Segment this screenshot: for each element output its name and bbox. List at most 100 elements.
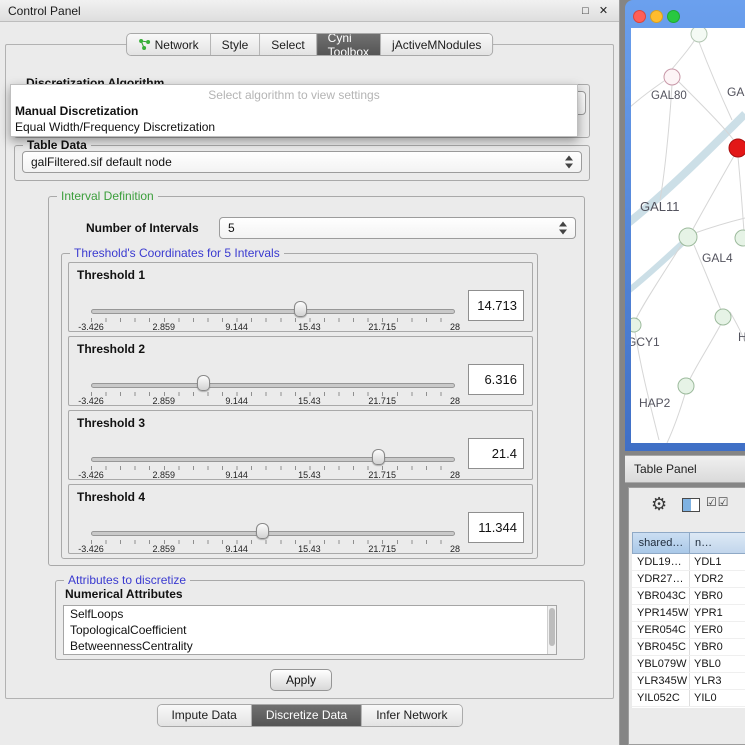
- list-item-topologicalcoefficient[interactable]: TopologicalCoefficient: [64, 622, 556, 638]
- list-scrollbar[interactable]: [547, 606, 556, 654]
- tab-label: Network: [155, 38, 199, 52]
- settings-gear-icon[interactable]: ⚙: [651, 493, 667, 515]
- threshold-2-slider-thumb[interactable]: [197, 375, 210, 391]
- threshold-2-slider[interactable]: [91, 383, 455, 388]
- threshold-1-scale: -3.426 2.859 9.144 15.43 21.715 28: [91, 322, 455, 332]
- close-window-icon[interactable]: ✕: [596, 3, 611, 19]
- network-node[interactable]: [691, 28, 707, 42]
- network-node-gal80[interactable]: [664, 69, 680, 85]
- threshold-3-panel: Threshold 3 -3.426 2.859 9.144 15.43 21.…: [68, 410, 533, 480]
- table-row[interactable]: YPR145WYPR1: [632, 605, 745, 622]
- table-row[interactable]: YLR345WYLR3: [632, 673, 745, 690]
- scale-label: 9.144: [225, 544, 248, 554]
- close-traffic-icon[interactable]: [633, 10, 646, 23]
- scale-label: -3.426: [78, 396, 104, 406]
- threshold-4-panel: Threshold 4 -3.426 2.859 9.144 15.43 21.…: [68, 484, 533, 554]
- threshold-1-slider-thumb[interactable]: [294, 301, 307, 317]
- algorithm-dropdown-popup: Select algorithm to view settings Manual…: [10, 84, 578, 137]
- tab-network[interactable]: Network: [127, 34, 211, 55]
- cell-shared-name: YIL052C: [632, 690, 690, 706]
- network-node-gcy1[interactable]: [631, 318, 641, 332]
- minimize-traffic-icon[interactable]: [650, 10, 663, 23]
- table-row[interactable]: YDL19…YDL1: [632, 554, 745, 571]
- tab-infer-network[interactable]: Infer Network: [362, 705, 461, 726]
- scale-label: 9.144: [225, 322, 248, 332]
- table-row[interactable]: YBL079WYBL0: [632, 656, 745, 673]
- network-node-selected[interactable]: [729, 139, 745, 157]
- threshold-3-slider[interactable]: [91, 457, 455, 462]
- attributes-group: Attributes to discretize Numerical Attri…: [55, 580, 585, 660]
- numerical-attributes-label: Numerical Attributes: [65, 587, 183, 601]
- network-node[interactable]: [715, 309, 731, 325]
- scrollbar-thumb[interactable]: [549, 608, 555, 646]
- cell-name: YBL0: [690, 656, 745, 672]
- node-label-gal4: GAL4: [702, 251, 733, 265]
- table-body: YDL19…YDL1 YDR27…YDR2 YBR043CYBR0 YPR145…: [632, 554, 745, 708]
- threshold-1-panel: Threshold 1 -3.426 2.859 9.144 15.43 21.…: [68, 262, 533, 332]
- table-panel-header[interactable]: Table Panel: [625, 455, 745, 483]
- tab-select[interactable]: Select: [260, 34, 316, 55]
- apply-button[interactable]: Apply: [270, 669, 332, 691]
- node-label-hap2: HAP2: [639, 396, 671, 410]
- number-of-intervals-combobox[interactable]: 5: [219, 217, 576, 239]
- table-data-group-title: Table Data: [23, 138, 91, 152]
- scale-label: 21.715: [368, 396, 396, 406]
- threshold-1-value-field[interactable]: 14.713: [468, 290, 524, 321]
- dropdown-option-manual-discretization[interactable]: Manual Discretization: [11, 103, 577, 119]
- dropdown-option-equal-width-frequency[interactable]: Equal Width/Frequency Discretization: [11, 119, 577, 135]
- cell-shared-name: YDL19…: [632, 554, 690, 570]
- table-row[interactable]: YBR043CYBR0: [632, 588, 745, 605]
- network-view-window: GAL80 GA GAL11 GAL4 GCY1 H HAP2: [625, 0, 745, 451]
- control-panel-tabs: Network Style Select Cyni Toolbox jActiv…: [126, 33, 494, 56]
- network-graph: GAL80 GA GAL11 GAL4 GCY1 H HAP2: [631, 28, 745, 443]
- network-node[interactable]: [735, 230, 745, 246]
- column-header-name[interactable]: n…: [690, 532, 745, 554]
- scale-label: 21.715: [368, 470, 396, 480]
- tab-style[interactable]: Style: [211, 34, 261, 55]
- threshold-4-slider[interactable]: [91, 531, 455, 536]
- interval-definition-title: Interval Definition: [57, 189, 158, 203]
- network-node-hap2[interactable]: [678, 378, 694, 394]
- threshold-3-slider-thumb[interactable]: [372, 449, 385, 465]
- cell-name: YDL1: [690, 554, 745, 570]
- list-item-selfloops[interactable]: SelfLoops: [64, 606, 556, 622]
- threshold-4-slider-thumb[interactable]: [256, 523, 269, 539]
- window-title: Control Panel: [8, 0, 81, 22]
- zoom-traffic-icon[interactable]: [667, 10, 680, 23]
- threshold-2-value-field[interactable]: 6.316: [468, 364, 524, 395]
- table-panel-title: Table Panel: [634, 456, 697, 482]
- threshold-3-scale: -3.426 2.859 9.144 15.43 21.715 28: [91, 470, 455, 480]
- select-columns-icons[interactable]: ☑☑: [706, 495, 730, 509]
- scale-label: 15.43: [298, 470, 321, 480]
- table-row[interactable]: YIL052CYIL0: [632, 690, 745, 707]
- scale-label: 9.144: [225, 470, 248, 480]
- threshold-4-label: Threshold 4: [77, 490, 145, 504]
- tab-jactivemnodules[interactable]: jActiveMNodules: [381, 34, 492, 55]
- float-window-icon[interactable]: □: [578, 3, 593, 19]
- show-columns-icon[interactable]: [682, 498, 700, 512]
- network-canvas[interactable]: GAL80 GA GAL11 GAL4 GCY1 H HAP2: [631, 28, 745, 443]
- table-data-combobox[interactable]: galFiltered.sif default node: [22, 151, 582, 173]
- column-header-shared-name[interactable]: shared…: [632, 532, 690, 554]
- tab-label: jActiveMNodules: [392, 38, 481, 52]
- tab-impute-data[interactable]: Impute Data: [157, 705, 251, 726]
- scale-label: -3.426: [78, 470, 104, 480]
- cell-shared-name: YBL079W: [632, 656, 690, 672]
- threshold-4-value-field[interactable]: 11.344: [468, 512, 524, 543]
- table-row[interactable]: YBR045CYBR0: [632, 639, 745, 656]
- threshold-1-slider[interactable]: [91, 309, 455, 314]
- dropdown-hint-option[interactable]: Select algorithm to view settings: [11, 85, 577, 103]
- scale-label: 21.715: [368, 322, 396, 332]
- cyni-mode-tabs: Impute Data Discretize Data Infer Networ…: [156, 704, 462, 727]
- threshold-1-label: Threshold 1: [77, 268, 145, 282]
- control-panel-titlebar: Control Panel □ ✕: [0, 0, 619, 22]
- tab-cyni-toolbox[interactable]: Cyni Toolbox: [317, 34, 381, 55]
- list-item-betweennesscentrality[interactable]: BetweennessCentrality: [64, 638, 556, 654]
- node-label-partial: GA: [727, 85, 744, 99]
- table-row[interactable]: YDR27…YDR2: [632, 571, 745, 588]
- table-row[interactable]: YER054CYER0: [632, 622, 745, 639]
- threshold-3-value-field[interactable]: 21.4: [468, 438, 524, 469]
- network-node-gal4[interactable]: [679, 228, 697, 246]
- scale-label: 28: [450, 544, 460, 554]
- tab-discretize-data[interactable]: Discretize Data: [252, 705, 362, 726]
